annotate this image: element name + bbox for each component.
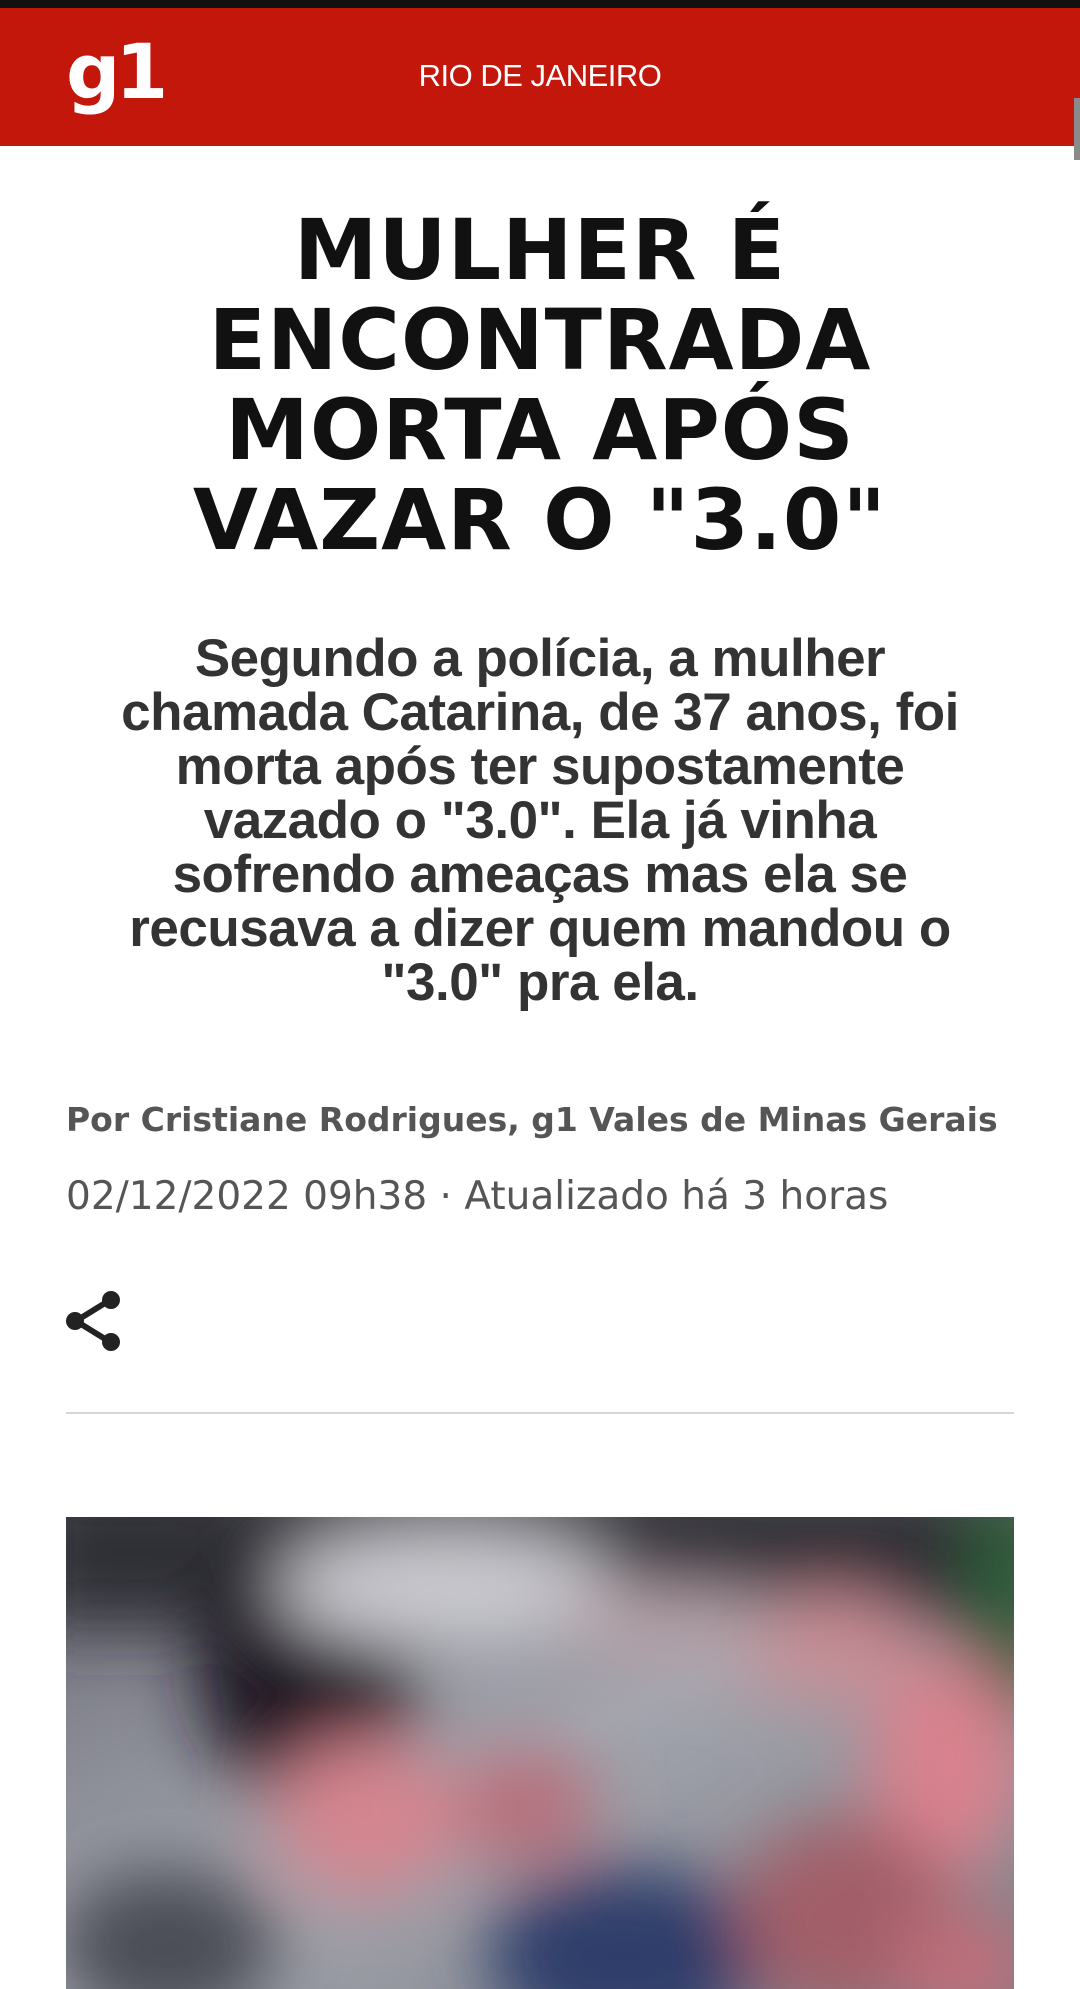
site-header: g1 RIO DE JANEIRO <box>0 8 1080 160</box>
share-icon <box>66 1291 120 1351</box>
article-byline: Por Cristiane Rodrigues, g1 Vales de Min… <box>66 1100 998 1139</box>
blurred-photo <box>66 1517 1014 1989</box>
share-button[interactable] <box>62 1290 128 1352</box>
article-dateline: 02/12/2022 09h38 · Atualizado há 3 horas <box>66 1174 889 1219</box>
section-title[interactable]: RIO DE JANEIRO <box>0 60 1080 91</box>
article-headline: MULHER É ENCONTRADA MORTA APÓS VAZAR O "… <box>192 201 888 569</box>
divider <box>66 1412 1014 1414</box>
article-image[interactable] <box>66 1517 1014 1989</box>
status-bar <box>0 0 1080 8</box>
article-subtitle: Segundo a polícia, a mulher chamada Cata… <box>121 629 959 1012</box>
scrollbar[interactable] <box>1074 98 1080 160</box>
